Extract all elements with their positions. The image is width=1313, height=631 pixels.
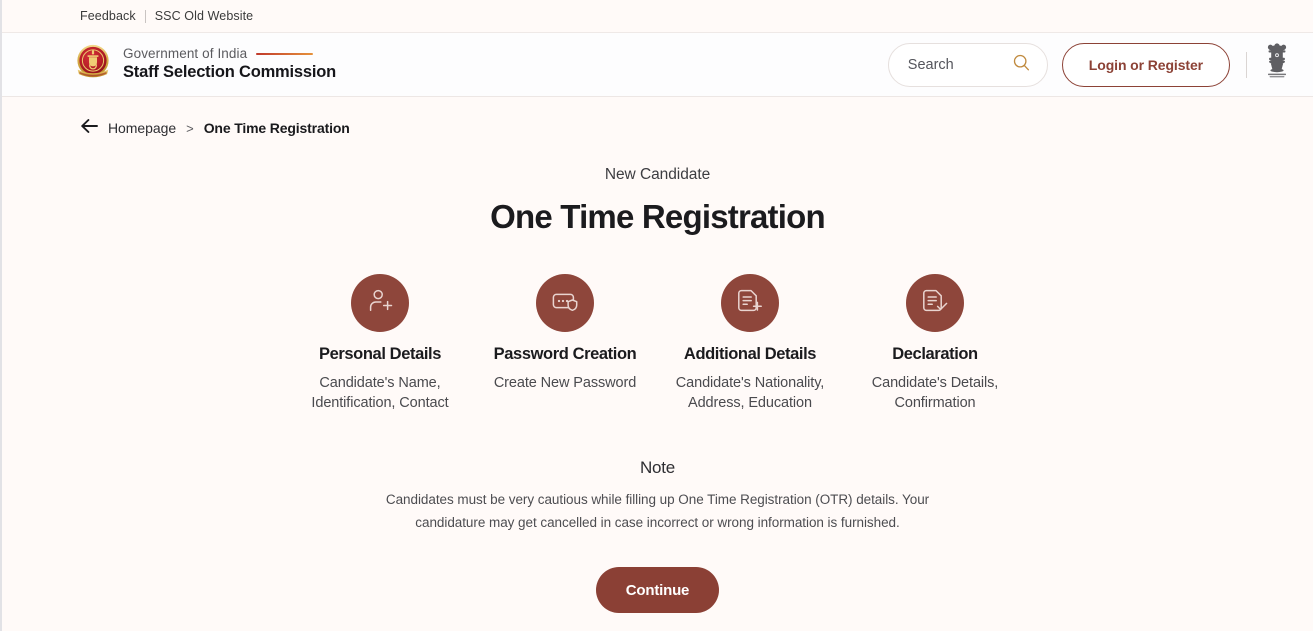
password-shield-icon bbox=[550, 286, 580, 321]
header-divider bbox=[1246, 51, 1247, 78]
page-root: Feedback SSC Old Website Government of I… bbox=[0, 0, 1313, 631]
ssc-logo-icon bbox=[74, 43, 112, 86]
breadcrumb-current-page: One Time Registration bbox=[203, 120, 350, 136]
utility-link-ssc-old-website[interactable]: SSC Old Website bbox=[155, 10, 254, 23]
registration-steps: Personal Details Candidate's Name, Ident… bbox=[288, 274, 1028, 413]
step-description: Create New Password bbox=[493, 375, 637, 391]
document-add-icon bbox=[735, 286, 765, 321]
step-icon-circle bbox=[906, 274, 964, 332]
user-add-icon bbox=[365, 286, 395, 321]
step-title: Additional Details bbox=[683, 345, 817, 363]
login-or-register-button[interactable]: Login or Register bbox=[1061, 42, 1230, 87]
search-box[interactable] bbox=[887, 42, 1048, 87]
step-additional-details: Additional Details Candidate's Nationali… bbox=[658, 274, 843, 413]
step-description: Candidate's Details, Confirmation bbox=[871, 375, 999, 411]
utility-bar: Feedback SSC Old Website bbox=[2, 0, 1313, 33]
page-eyebrow: New Candidate bbox=[604, 166, 711, 183]
brand-line-top: Government of India bbox=[123, 46, 336, 62]
brand-text: Government of India Staff Selection Comm… bbox=[123, 46, 336, 83]
page-title: One Time Registration bbox=[490, 198, 825, 235]
header-actions: Login or Register bbox=[887, 42, 1291, 87]
step-description: Candidate's Name, Identification, Contac… bbox=[311, 375, 449, 411]
continue-button[interactable]: Continue bbox=[596, 567, 719, 613]
step-icon-circle bbox=[721, 274, 779, 332]
government-label: Government of India bbox=[123, 46, 248, 61]
step-title: Declaration bbox=[892, 345, 978, 363]
breadcrumb-link-homepage[interactable]: Homepage bbox=[108, 120, 176, 136]
organisation-title: Staff Selection Commission bbox=[123, 63, 337, 82]
note-title: Note bbox=[639, 458, 676, 477]
search-icon[interactable] bbox=[1012, 53, 1031, 77]
search-input[interactable] bbox=[907, 56, 1004, 73]
main-content: New Candidate One Time Registration Pers… bbox=[2, 143, 1313, 613]
step-icon-circle bbox=[536, 274, 594, 332]
utility-link-feedback[interactable]: Feedback bbox=[80, 10, 136, 23]
breadcrumb-separator: > bbox=[186, 120, 194, 136]
utility-divider bbox=[144, 9, 146, 23]
step-icon-circle bbox=[351, 274, 409, 332]
breadcrumb: Homepage > One Time Registration bbox=[2, 97, 1313, 143]
step-description: Candidate's Nationality, Address, Educat… bbox=[675, 375, 825, 411]
site-header: Government of India Staff Selection Comm… bbox=[2, 33, 1313, 97]
step-title: Password Creation bbox=[493, 345, 637, 363]
back-arrow-icon[interactable] bbox=[80, 118, 99, 139]
step-personal-details: Personal Details Candidate's Name, Ident… bbox=[288, 274, 473, 413]
note-body: Candidates must be very cautious while f… bbox=[385, 492, 930, 530]
brand-rule-divider bbox=[256, 53, 314, 56]
brand-block[interactable]: Government of India Staff Selection Comm… bbox=[74, 43, 336, 86]
continue-button-row: Continue bbox=[2, 567, 1313, 613]
document-check-icon bbox=[920, 286, 950, 321]
step-declaration: Declaration Candidate's Details, Confirm… bbox=[843, 274, 1028, 413]
national-emblem-icon bbox=[1263, 42, 1291, 87]
step-title: Personal Details bbox=[319, 345, 441, 363]
note-section: Note Candidates must be very cautious wh… bbox=[2, 458, 1313, 534]
step-password-creation: Password Creation Create New Password bbox=[473, 274, 658, 393]
